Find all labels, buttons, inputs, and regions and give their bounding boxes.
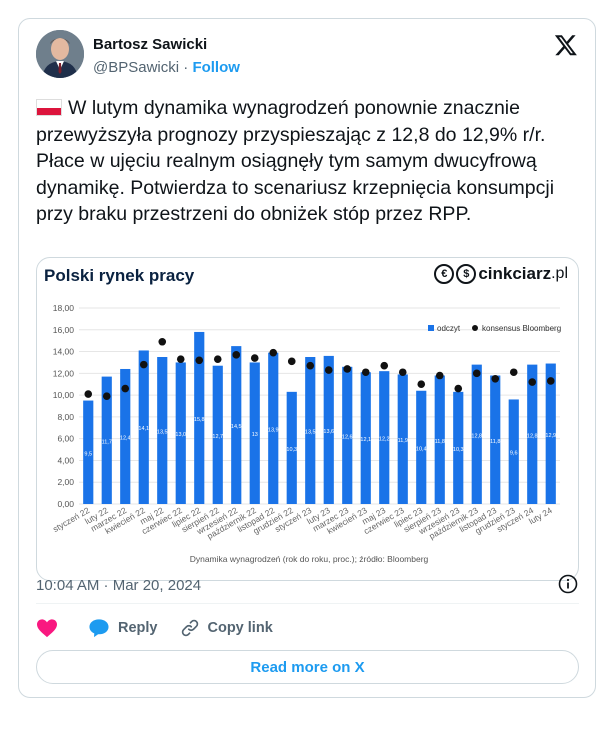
bar-label: 9,6 [510, 451, 518, 457]
handle-separator: · [183, 59, 189, 76]
consensus-dot [232, 351, 241, 359]
consensus-dot [528, 378, 537, 386]
read-more-button[interactable]: Read more on X [36, 650, 579, 684]
info-icon[interactable] [558, 574, 578, 594]
action-bar: Reply Copy link [36, 616, 295, 640]
tweet-body: W lutym dynamika wynagrodzeń ponownie zn… [36, 97, 555, 225]
bar-label: 13,6 [323, 429, 334, 435]
bar-label: 13,5 [305, 430, 316, 436]
poland-flag-icon [36, 99, 62, 116]
consensus-dot [454, 384, 463, 393]
y-tick-label: 14,00 [53, 347, 75, 357]
legend-bar-label: odczyt [437, 324, 461, 333]
consensus-dot [195, 356, 204, 365]
y-tick-label: 8,00 [57, 412, 74, 422]
bar-label: 13 [252, 432, 258, 438]
bar-label: 12,8 [471, 433, 482, 439]
consensus-dot [287, 357, 296, 366]
bar-label: 13,5 [157, 430, 168, 436]
consensus-dot [380, 361, 389, 370]
consensus-dot [324, 366, 333, 374]
y-tick-label: 18,00 [53, 303, 75, 313]
reply-button[interactable]: Reply [88, 618, 158, 638]
legend-dot-swatch [472, 325, 478, 331]
x-logo-icon[interactable] [554, 33, 578, 57]
reply-label: Reply [118, 620, 158, 636]
consensus-dot [491, 374, 500, 383]
divider [36, 603, 579, 604]
author-name[interactable]: Bartosz Sawicki [93, 36, 207, 53]
bar-label: 11,8 [435, 439, 445, 445]
consensus-dot [269, 348, 278, 357]
bar-label: 11,9 [398, 438, 408, 444]
consensus-dot [546, 377, 555, 385]
bar-label: 12,7 [212, 434, 223, 440]
tweet-media[interactable]: Polski rynek pracy € $ cinkciarz .pl 0,00… [36, 257, 579, 581]
consensus-dot [250, 354, 259, 362]
bar-label: 12,2 [379, 437, 390, 443]
legend-bar-swatch [428, 325, 434, 331]
heart-icon [37, 619, 57, 638]
y-tick-label: 2,00 [57, 477, 74, 487]
consensus-dot [121, 384, 130, 393]
bar-label: 11,7 [102, 439, 112, 445]
chart-footnote: Dynamika wynagrodzeń (rok do roku, proc.… [190, 554, 429, 564]
consensus-dot [158, 337, 167, 346]
avatar-image [36, 30, 84, 78]
y-tick-label: 4,00 [57, 455, 74, 465]
bar-label: 10,3 [286, 447, 297, 453]
bar-label: 12,8 [527, 433, 538, 439]
timestamp[interactable]: 10:04 AM · Mar 20, 2024 [36, 577, 201, 594]
bar-label: 12,6 [342, 434, 353, 440]
follow-button[interactable]: Follow [192, 59, 240, 76]
bar-label: 10,4 [416, 446, 427, 452]
bar-label: 12,9 [545, 433, 556, 439]
consensus-dot [213, 355, 222, 363]
y-tick-label: 10,00 [53, 390, 75, 400]
bar-label: 15,8 [194, 417, 205, 423]
consensus-dot [361, 368, 370, 377]
consensus-dot [176, 355, 185, 363]
bar-label: 9,5 [84, 451, 92, 457]
link-icon [181, 619, 198, 637]
consensus-dot [417, 380, 426, 389]
consensus-dot [398, 368, 407, 377]
consensus-dot [139, 360, 148, 369]
bar-label: 13,0 [175, 432, 186, 438]
bar-label: 11,8 [490, 439, 500, 445]
wage-chart: 0,00 2,00 4,00 6,00 8,00 10,00 12,00 14,00 16,00… [51, 303, 561, 564]
y-tick-label: 12,00 [53, 368, 75, 378]
bar-label: 14,1 [138, 426, 149, 432]
tweet-card: Bartosz Sawicki @BPSawicki · Follow W lu… [18, 18, 596, 698]
y-tick-label: 6,00 [57, 434, 74, 444]
y-tick-label: 16,00 [53, 325, 75, 335]
like-button[interactable] [36, 618, 66, 638]
consensus-dot [306, 361, 315, 370]
y-tick-label: 0,00 [57, 499, 74, 509]
bar-label: 12,1 [360, 437, 371, 443]
consensus-dot [472, 369, 481, 378]
legend-dot-label: konsensus Bloomberg [482, 324, 561, 333]
consensus-dot [343, 365, 352, 373]
copy-link-label: Copy link [207, 620, 273, 636]
tweet-text: W lutym dynamika wynagrodzeń ponownie zn… [36, 95, 584, 228]
reply-bubble-icon [89, 619, 109, 638]
author-handle-line: @BPSawicki · Follow [93, 59, 240, 76]
bar-label: 14,5 [231, 424, 242, 430]
consensus-dot [435, 371, 444, 380]
copy-link-button[interactable]: Copy link [180, 618, 273, 638]
avatar[interactable] [36, 30, 84, 78]
author-handle[interactable]: @BPSawicki [93, 59, 179, 76]
bar-label: 12,4 [120, 435, 131, 441]
bar-label: 13,9 [268, 427, 279, 433]
consensus-dot [84, 390, 93, 398]
consensus-dot [102, 392, 111, 400]
bar-label: 10,3 [453, 447, 464, 453]
consensus-dot [509, 368, 518, 377]
